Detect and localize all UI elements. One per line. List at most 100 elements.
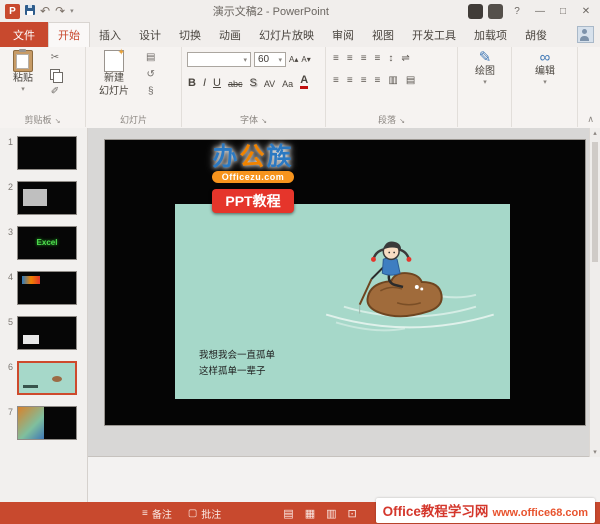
undo-icon[interactable]: ↶ xyxy=(40,5,50,17)
layout-icon[interactable]: ▤ xyxy=(146,52,155,63)
numbering-icon[interactable]: ≡ xyxy=(347,53,353,64)
italic-button[interactable]: I xyxy=(203,77,206,89)
collapse-ribbon-icon[interactable]: ∧ xyxy=(587,114,594,125)
paragraph-row-1: ≡ ≡ ≡ ≡ ↕ ⇌ xyxy=(333,53,410,64)
slide-thumbnail-3[interactable]: Excel xyxy=(17,226,77,260)
slide-thumbnail-7[interactable] xyxy=(17,406,77,440)
tab-account[interactable]: 胡俊 xyxy=(516,22,556,47)
tab-insert[interactable]: 插入 xyxy=(90,22,130,47)
editing-label: 编辑 xyxy=(535,66,555,77)
font-name-combo[interactable]: ▾ xyxy=(187,52,251,67)
slide-thumbnail-4[interactable] xyxy=(17,271,77,305)
tab-review[interactable]: 审阅 xyxy=(323,22,363,47)
thumbnail-row: 3 Excel xyxy=(4,226,82,260)
tab-view[interactable]: 视图 xyxy=(363,22,403,47)
redo-icon[interactable]: ↷ xyxy=(55,5,65,17)
slide-content-area[interactable]: 我想我会一直孤单 这样孤单一辈子 xyxy=(175,204,510,399)
underline-button[interactable]: U xyxy=(213,77,221,89)
qat-customize-caret-icon[interactable]: ▾ xyxy=(70,8,74,15)
thumbnail-number: 5 xyxy=(7,317,13,327)
close-icon[interactable]: ✕ xyxy=(577,6,595,17)
thumbnail-row: 2 xyxy=(4,181,82,215)
new-slide-icon xyxy=(104,47,125,72)
align-left-icon[interactable]: ≡ xyxy=(333,75,339,86)
brand-site-text: Officezu.com xyxy=(211,170,295,183)
bullets-icon[interactable]: ≡ xyxy=(333,53,339,64)
clipboard-dialog-launcher-icon[interactable]: ↘ xyxy=(55,118,61,125)
normal-view-icon[interactable]: ▤ xyxy=(283,507,293,520)
line-spacing-icon[interactable]: ↕ xyxy=(388,53,393,64)
drawing-button[interactable]: ✎ 绘图 ▾ xyxy=(462,50,508,87)
font-dialog-launcher-icon[interactable]: ↘ xyxy=(261,118,267,125)
paragraph-group-text: 段落 xyxy=(378,114,397,125)
tab-home[interactable]: 开始 xyxy=(48,22,90,48)
text-shadow-button[interactable]: S xyxy=(249,77,256,89)
maximize-icon[interactable]: □ xyxy=(554,6,572,17)
tab-slideshow[interactable]: 幻灯片放映 xyxy=(250,22,323,47)
tab-file[interactable]: 文件 xyxy=(0,22,48,47)
paragraph-dialog-launcher-icon[interactable]: ↘ xyxy=(399,118,405,125)
character-spacing-button[interactable]: AV xyxy=(264,79,275,89)
font-size-combo[interactable]: 60 ▾ xyxy=(254,52,286,67)
drawing-group: ✎ 绘图 ▾ xyxy=(458,47,512,127)
vertical-scrollbar[interactable]: ▴ ▾ xyxy=(589,128,600,457)
justify-icon[interactable]: ≡ xyxy=(375,75,381,86)
tab-bar-spacer xyxy=(556,22,571,47)
font-color-button[interactable]: A xyxy=(300,75,309,89)
font-size-value: 60 xyxy=(258,54,270,65)
cut-icon[interactable]: ✂ xyxy=(51,52,59,63)
decrease-indent-icon[interactable]: ≡ xyxy=(361,53,367,64)
slideshow-view-icon[interactable]: ⊡ xyxy=(348,507,357,520)
tab-design[interactable]: 设计 xyxy=(130,22,170,47)
thumbnail-row: 5 xyxy=(4,316,82,350)
scrollbar-thumb[interactable] xyxy=(592,142,598,262)
slide-thumbnail-6-selected[interactable] xyxy=(17,361,77,395)
thumbnail-number: 6 xyxy=(7,362,13,372)
reading-view-icon[interactable]: ▥ xyxy=(326,507,336,520)
slide-thumbnail-5[interactable] xyxy=(17,316,77,350)
tab-developer[interactable]: 开发工具 xyxy=(403,22,465,47)
tab-animations[interactable]: 动画 xyxy=(210,22,250,47)
tab-addins[interactable]: 加载项 xyxy=(465,22,516,47)
comments-toggle[interactable]: ▢ 批注 xyxy=(188,506,221,521)
scroll-up-icon[interactable]: ▴ xyxy=(590,129,600,137)
strikethrough-button[interactable]: abc xyxy=(228,79,243,89)
slide-caption-text[interactable]: 我想我会一直孤单 这样孤单一辈子 xyxy=(199,348,275,381)
section-icon[interactable]: § xyxy=(148,86,154,97)
new-slide-button[interactable]: 新建 幻灯片 xyxy=(91,47,137,97)
slide-thumbnail-1[interactable] xyxy=(17,136,77,170)
minimize-icon[interactable]: — xyxy=(531,6,549,17)
save-icon[interactable] xyxy=(25,5,35,17)
format-painter-icon[interactable]: ✐ xyxy=(51,86,59,97)
paste-button[interactable]: 粘贴 ▾ xyxy=(3,49,43,94)
bold-button[interactable]: B xyxy=(188,77,196,89)
align-center-icon[interactable]: ≡ xyxy=(347,75,353,86)
increase-indent-icon[interactable]: ≡ xyxy=(375,53,381,64)
scroll-down-icon[interactable]: ▾ xyxy=(590,448,600,456)
user-avatar[interactable] xyxy=(577,26,594,43)
copy-icon[interactable] xyxy=(50,69,63,83)
columns-icon[interactable]: ▥ xyxy=(388,75,397,86)
editing-button[interactable]: ∞ 编辑 ▾ xyxy=(519,50,571,87)
slide-editor-area: 办公族 Officezu.com PPT教程 我想我会一直孤单 这样孤单一辈子 … xyxy=(88,128,600,502)
increase-font-size-icon[interactable]: A▴ xyxy=(289,55,298,64)
text-direction-icon[interactable]: ⇌ xyxy=(401,53,409,64)
font-row-2: B I U abc S AV Aa A xyxy=(188,75,309,89)
decrease-font-size-icon[interactable]: A▾ xyxy=(301,55,310,64)
change-case-button[interactable]: Aa xyxy=(282,79,293,89)
tab-transitions[interactable]: 切换 xyxy=(170,22,210,47)
slide-canvas[interactable]: 办公族 Officezu.com PPT教程 我想我会一直孤单 这样孤单一辈子 xyxy=(105,140,585,425)
notes-label: 备注 xyxy=(151,509,172,521)
notes-pane[interactable] xyxy=(88,456,600,502)
slide-sorter-view-icon[interactable]: ▦ xyxy=(305,507,315,520)
reset-icon[interactable]: ↺ xyxy=(147,69,155,80)
drawing-label: 绘图 xyxy=(475,66,495,77)
help-icon[interactable]: ? xyxy=(508,6,526,17)
font-name-caret-icon: ▾ xyxy=(243,56,247,64)
paste-label: 粘贴 xyxy=(13,73,33,84)
slide-thumbnail-2[interactable] xyxy=(17,181,77,215)
notes-toggle[interactable]: ≡ 备注 xyxy=(142,506,172,521)
comments-label: 批注 xyxy=(201,509,222,521)
convert-smartart-icon[interactable]: ▤ xyxy=(406,75,415,86)
align-right-icon[interactable]: ≡ xyxy=(361,75,367,86)
